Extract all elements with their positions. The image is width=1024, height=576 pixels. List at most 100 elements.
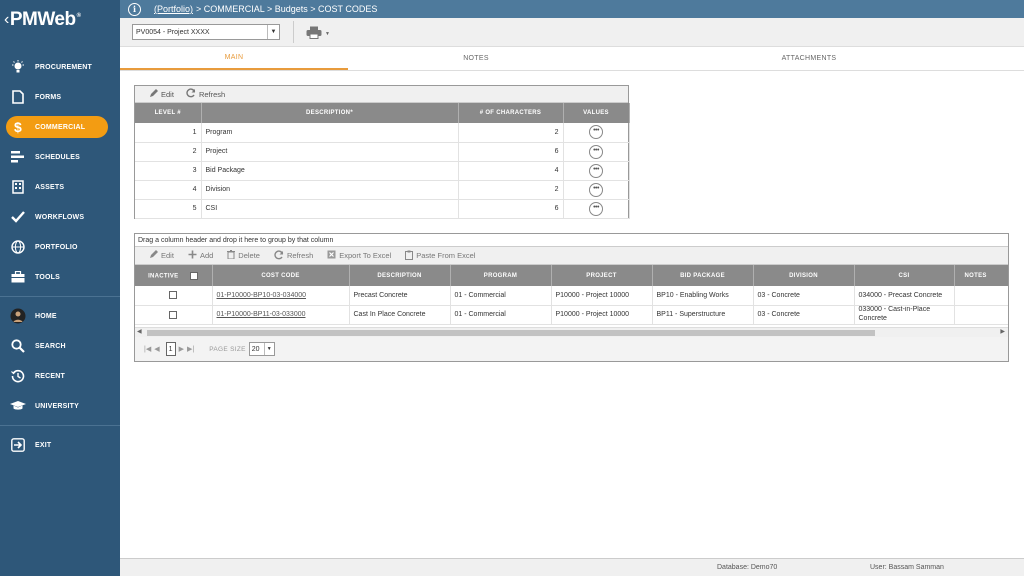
export-excel-button[interactable]: Export To Excel [327, 250, 391, 261]
values-ellipsis-button[interactable]: ••• [589, 125, 603, 140]
col-header-description[interactable]: DESCRIPTION [349, 265, 451, 286]
values-ellipsis-button[interactable]: ••• [589, 144, 603, 159]
nav-portfolio[interactable]: PORTFOLIO [0, 232, 120, 262]
dollar-icon: $ [14, 119, 22, 135]
table-row[interactable]: 1 Program 2 ••• [135, 123, 630, 143]
chars-cell: 2 [458, 123, 564, 143]
history-icon [10, 368, 26, 384]
pencil-icon [149, 88, 158, 100]
col-header-division[interactable]: DIVISION [753, 265, 855, 286]
division-cell: 03 - Concrete [753, 286, 855, 306]
col-header-description[interactable]: DESCRIPTION* [201, 103, 459, 123]
inactive-checkbox[interactable] [169, 310, 178, 319]
description-cell: Program [201, 123, 459, 143]
project-cell: P10000 - Project 10000 [551, 305, 653, 325]
nav-workflows[interactable]: WORKFLOWS [0, 202, 120, 232]
col-header-bid-package[interactable]: BID PACKAGE [652, 265, 754, 286]
codes-delete-button[interactable]: Delete [227, 250, 260, 261]
nav-forms[interactable]: FORMS [0, 82, 120, 112]
chars-cell: 6 [458, 199, 564, 219]
levels-edit-button[interactable]: Edit [149, 88, 174, 100]
group-by-area[interactable]: Drag a column header and drop it here to… [135, 234, 1008, 247]
col-header-chars[interactable]: # OF CHARACTERS [458, 103, 564, 123]
app-logo[interactable]: ‹ PMWeb ® [0, 0, 120, 40]
table-row[interactable]: 5 CSI 6 ••• [135, 199, 630, 219]
tab-main[interactable]: MAIN [120, 47, 348, 70]
col-header-values[interactable]: VALUES [563, 103, 630, 123]
values-ellipsis-button[interactable]: ••• [589, 182, 603, 197]
codes-refresh-button[interactable]: Refresh [274, 249, 313, 262]
trash-icon [227, 250, 236, 261]
breadcrumb-path: > COMMERCIAL > Budgets > COST CODES [196, 4, 378, 14]
col-header-notes[interactable]: NOTES [954, 265, 1008, 286]
inactive-checkbox[interactable] [169, 291, 178, 300]
codes-edit-button[interactable]: Edit [149, 250, 174, 261]
nav-recent[interactable]: RECENT [0, 361, 120, 391]
col-header-level[interactable]: LEVEL # [135, 103, 202, 123]
chevron-down-icon: ▼ [263, 343, 274, 355]
nav-tools[interactable]: TOOLS [0, 262, 120, 292]
table-row[interactable]: 01-P10000-BP11-03-033000 Cast In Place C… [135, 305, 1008, 325]
graduation-cap-icon [10, 398, 26, 414]
col-header-program[interactable]: PROGRAM [450, 265, 552, 286]
nav-exit[interactable]: EXIT [0, 430, 120, 460]
first-page-icon[interactable]: |◀ [144, 345, 151, 353]
cost-code-link[interactable]: 01-P10000-BP10-03-034000 [217, 292, 307, 299]
nav-assets[interactable]: ASSETS [0, 172, 120, 202]
project-select[interactable]: PV0054 - Project XXXX ▼ [132, 24, 280, 40]
toolbar-divider [293, 21, 294, 43]
codes-add-button[interactable]: Add [188, 250, 213, 261]
scrollbar-thumb[interactable] [147, 330, 875, 336]
page-number[interactable]: 1 [165, 342, 176, 356]
levels-refresh-button[interactable]: Refresh [186, 88, 225, 100]
levels-toolbar: Edit Refresh [135, 86, 628, 103]
nav-commercial[interactable]: $ COMMERCIAL [0, 112, 120, 142]
col-header-csi[interactable]: CSI [854, 265, 955, 286]
back-chevron-icon[interactable]: ‹ [4, 11, 9, 29]
printer-icon [306, 26, 322, 41]
values-ellipsis-button[interactable]: ••• [589, 163, 603, 178]
nav-home[interactable]: HOME [0, 301, 120, 331]
next-page-icon[interactable]: ▶ [179, 345, 184, 353]
nav-university[interactable]: UNIVERSITY [0, 391, 120, 421]
print-button[interactable]: ▼ [306, 26, 330, 41]
cost-code-link[interactable]: 01-P10000-BP11-03-033000 [217, 311, 306, 318]
col-header-project[interactable]: PROJECT [551, 265, 653, 286]
values-ellipsis-button[interactable]: ••• [589, 201, 603, 216]
level-cell: 3 [135, 161, 202, 181]
csi-cell: 034000 - Precast Concrete [854, 286, 955, 306]
refresh-icon [186, 88, 196, 100]
levels-grid: Edit Refresh LEVEL # DESCRIPTION* # OF C… [134, 85, 630, 219]
prev-page-icon[interactable]: ◀ [154, 345, 159, 353]
bid-package-cell: BP11 - Superstructure [652, 305, 754, 325]
table-row[interactable]: 2 Project 6 ••• [135, 142, 630, 162]
description-cell: CSI [201, 199, 459, 219]
cost-codes-table: INACTIVE COST CODE DESCRIPTION PROGRAM P… [135, 265, 1008, 325]
plus-icon [188, 250, 197, 261]
info-icon[interactable]: i [128, 2, 141, 16]
horizontal-scrollbar[interactable]: ◀ ▶ [135, 327, 1008, 337]
breadcrumb-portfolio-link[interactable]: (Portfolio) [154, 4, 193, 14]
tab-attachments[interactable]: ATTACHMENTS [604, 47, 1014, 70]
excel-icon [327, 250, 336, 261]
description-cell: Project [201, 142, 459, 162]
program-cell: 01 - Commercial [450, 305, 552, 325]
scroll-left-icon[interactable]: ◀ [137, 328, 142, 335]
tab-notes[interactable]: NOTES [348, 47, 604, 70]
nav-schedules[interactable]: SCHEDULES [0, 142, 120, 172]
paste-excel-button[interactable]: Paste From Excel [405, 250, 475, 262]
description-cell: Cast In Place Concrete [349, 305, 451, 325]
globe-icon [10, 239, 26, 255]
last-page-icon[interactable]: ▶| [187, 345, 194, 353]
scroll-right-icon[interactable]: ▶ [1000, 328, 1005, 335]
col-header-cost-code[interactable]: COST CODE [212, 265, 350, 286]
nav-search[interactable]: SEARCH [0, 331, 120, 361]
col-header-inactive[interactable]: INACTIVE [135, 265, 213, 286]
select-all-checkbox[interactable] [190, 271, 199, 280]
table-row[interactable]: 4 Division 2 ••• [135, 180, 630, 200]
table-row[interactable]: 3 Bid Package 4 ••• [135, 161, 630, 181]
page-size-select[interactable]: 20 ▼ [248, 342, 275, 356]
table-row[interactable]: 01-P10000-BP10-03-034000 Precast Concret… [135, 286, 1008, 306]
nav-procurement[interactable]: PROCUREMENT [0, 52, 120, 82]
notes-cell [954, 286, 1008, 306]
